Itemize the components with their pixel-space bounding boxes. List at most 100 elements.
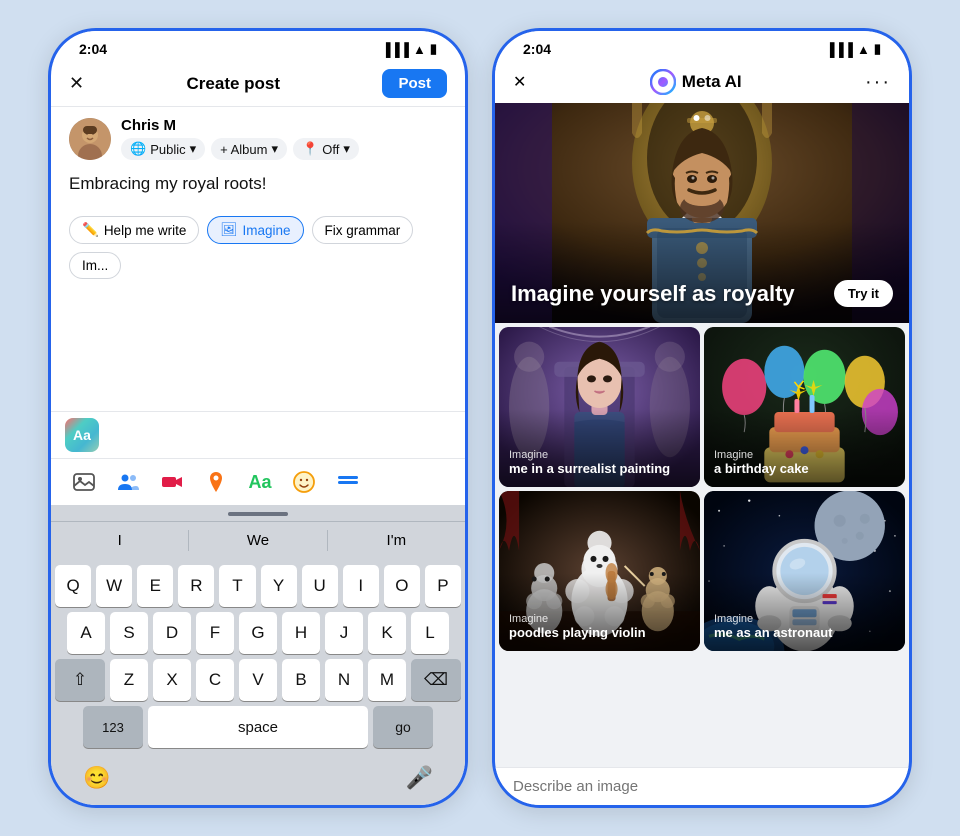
dots-menu[interactable]: ··· [865,71,891,94]
grid-card-surrealist-label-small: Imagine [509,449,690,461]
predictive-word-3[interactable]: I'm [328,530,465,551]
fix-grammar-label: Fix grammar [325,223,401,238]
keyboard-toolbar: Aa [51,458,465,505]
emoji-toolbar-icon[interactable] [289,467,319,497]
grid-card-birthday-label-small: Imagine [714,449,895,461]
location-toolbar-icon[interactable] [201,467,231,497]
key-s[interactable]: S [110,612,148,654]
status-icons-1: ▐▐▐ ▲ ▮ [381,41,437,57]
chevron-down-icon: ▾ [190,141,197,157]
key-u[interactable]: U [302,565,338,607]
key-go[interactable]: go [373,706,433,748]
visibility-button[interactable]: 🌐 Public ▾ [121,138,205,160]
key-j[interactable]: J [325,612,363,654]
location-chevron-icon: ▾ [343,141,350,157]
grid-card-surrealist-overlay: Imagine me in a surrealist painting [499,409,700,487]
predictive-word-2[interactable]: We [189,530,327,551]
people-toolbar-icon[interactable] [113,467,143,497]
main-card-text-overlay: Imagine yourself as royalty [495,221,909,323]
more-chip[interactable]: Im... [69,252,121,279]
key-y[interactable]: Y [261,565,297,607]
key-b[interactable]: B [282,659,320,701]
grid-card-surrealist[interactable]: Imagine me in a surrealist painting [499,327,700,487]
key-v[interactable]: V [239,659,277,701]
help-write-label: Help me write [104,223,187,238]
close-button[interactable]: ✕ [69,73,84,94]
key-delete[interactable]: ⌫ [411,659,461,701]
grid-card-poodles[interactable]: Imagine poodles playing violin [499,491,700,651]
key-h[interactable]: H [282,612,320,654]
dot-1 [694,115,700,121]
create-post-header: ✕ Create post Post [51,61,465,107]
post-button[interactable]: Post [382,69,447,98]
phone-1: 2:04 ▐▐▐ ▲ ▮ ✕ Create post Post [48,28,468,808]
video-toolbar-icon[interactable] [157,467,187,497]
aa-icon[interactable]: Aa [65,418,99,452]
imagine-chip[interactable]: 🖼 Imagine [207,216,303,244]
help-me-write-chip[interactable]: ✏️ Help me write [69,216,199,244]
key-m[interactable]: M [368,659,406,701]
key-g[interactable]: G [239,612,277,654]
status-bar-2: 2:04 ▐▐▐ ▲ ▮ [495,31,909,61]
album-button[interactable]: + Album ▾ [211,138,287,160]
grid-card-poodles-label-main: poodles playing violin [509,625,690,641]
key-shift[interactable]: ⇧ [55,659,105,701]
main-image-card[interactable]: Imagine yourself as royalty Try it [495,103,909,323]
grid-section: Imagine me in a surrealist painting [495,323,909,655]
fix-grammar-chip[interactable]: Fix grammar [312,216,414,244]
meta-ai-title: Meta AI [682,72,742,92]
grid-card-astronaut-label-main: me as an astronaut [714,625,895,641]
try-it-button[interactable]: Try it [834,280,893,307]
key-k[interactable]: K [368,612,406,654]
user-name: Chris M [121,117,359,134]
location-button[interactable]: 📍 Off ▾ [293,138,359,160]
mic-bottom-icon[interactable]: 🎤 [406,765,433,791]
keyboard: Q W E R T Y U I O P A S D F G H J K L [51,559,465,757]
key-c[interactable]: C [196,659,234,701]
wifi-icon: ▲ [413,42,426,57]
key-n[interactable]: N [325,659,363,701]
meta-ai-close-button[interactable]: ✕ [513,72,526,92]
key-x[interactable]: X [153,659,191,701]
emoji-bottom-icon[interactable]: 😊 [83,765,110,791]
key-r[interactable]: R [178,565,214,607]
key-o[interactable]: O [384,565,420,607]
key-space[interactable]: space [148,706,368,748]
key-row-2: A S D F G H J K L [55,612,461,654]
more-toolbar-icon[interactable] [333,467,363,497]
user-row: Chris M 🌐 Public ▾ + Album ▾ 📍 Off ▾ [51,107,465,170]
text-size-toolbar-icon[interactable]: Aa [245,467,275,497]
phone-2: 2:04 ▐▐▐ ▲ ▮ ✕ [492,28,912,808]
grid-card-astronaut-overlay: Imagine me as an astronaut [704,573,905,651]
user-controls: 🌐 Public ▾ + Album ▾ 📍 Off ▾ [121,138,359,160]
time-2: 2:04 [523,41,551,57]
key-z[interactable]: Z [110,659,148,701]
key-row-4: 123 space go [55,706,461,748]
wifi-icon-2: ▲ [857,42,870,57]
location-icon: 📍 [302,141,318,157]
key-123[interactable]: 123 [83,706,143,748]
image-toolbar-icon[interactable] [69,467,99,497]
meta-ai-header: ✕ Meta AI ··· [495,61,909,103]
post-text: Embracing my royal roots! [51,170,465,210]
grid-card-poodles-overlay: Imagine poodles playing violin [499,573,700,651]
album-chevron-icon: ▾ [271,141,278,157]
meta-ai-logo: Meta AI [650,69,742,95]
describe-input[interactable] [513,778,891,795]
keyboard-toolbar-top: Aa [51,411,465,458]
key-q[interactable]: Q [55,565,91,607]
grid-card-astronaut[interactable]: Imagine me as an astronaut [704,491,905,651]
key-e[interactable]: E [137,565,173,607]
key-i[interactable]: I [343,565,379,607]
imagine-label: Imagine [242,223,290,238]
predictive-word-1[interactable]: I [51,530,189,551]
key-f[interactable]: F [196,612,234,654]
key-l[interactable]: L [411,612,449,654]
key-p[interactable]: P [425,565,461,607]
grid-card-birthday[interactable]: Imagine a birthday cake [704,327,905,487]
key-t[interactable]: T [219,565,255,607]
key-a[interactable]: A [67,612,105,654]
key-d[interactable]: D [153,612,191,654]
key-w[interactable]: W [96,565,132,607]
location-label: Off [322,142,339,157]
